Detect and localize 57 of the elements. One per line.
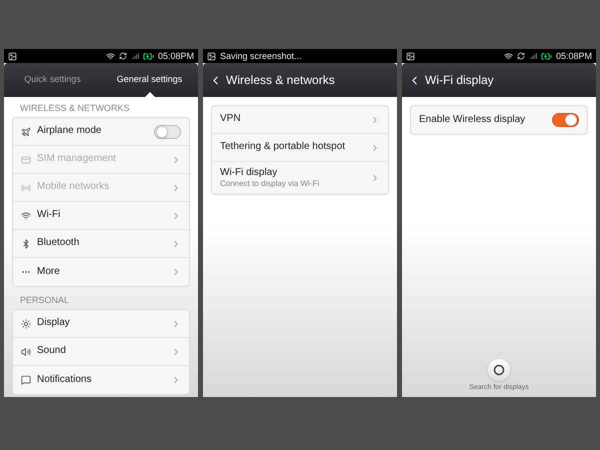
status-notice: Saving screenshot... (220, 52, 302, 60)
settings-row[interactable]: Enable Wireless display (411, 106, 587, 134)
image-icon (207, 52, 216, 60)
row-icon (21, 318, 31, 328)
signal-icon (528, 52, 537, 60)
row-label: Airplane mode (37, 125, 102, 138)
search-ring-icon (493, 364, 505, 376)
sync-icon (516, 52, 525, 60)
row-icon (21, 375, 31, 385)
status-time: 05:08PM (556, 52, 592, 60)
row-label: Notifications (37, 374, 92, 386)
settings-row[interactable]: More (13, 258, 189, 286)
row-icon (21, 346, 31, 356)
row-icon (21, 210, 31, 220)
row-label: Wi-Fi (37, 209, 62, 222)
row-label: Tethering & portable hotspot (220, 141, 346, 154)
row-icon (21, 154, 31, 164)
wifi-icon (106, 52, 115, 60)
status-time: 05:08PM (158, 52, 194, 60)
sync-icon (118, 52, 127, 60)
image-icon (8, 52, 17, 60)
row-label: VPN (220, 113, 242, 126)
settings-row[interactable]: Wi-Fi display Connect to display via Wi-Fi (212, 162, 388, 194)
row-label: Sound (37, 345, 67, 358)
screen-title: Wi-Fi display (425, 72, 494, 89)
settings-row[interactable]: Airplane mode (13, 118, 189, 146)
row-label: Wi-Fi display (220, 166, 278, 180)
settings-row[interactable]: Sound (13, 338, 189, 366)
row-label: Mobile networks (37, 181, 110, 194)
settings-row[interactable]: Tethering & portable hotspot (212, 134, 388, 162)
row-icon (21, 182, 31, 192)
header-tab[interactable]: Quick settings (4, 63, 101, 97)
row-icon (21, 238, 31, 248)
row-label: Enable Wireless display (419, 114, 526, 126)
row-label: Bluetooth (37, 237, 80, 250)
row-icon (21, 126, 31, 136)
image-icon (406, 52, 415, 60)
screen-title: Wireless & networks (226, 72, 335, 89)
section-heading: WIRELESS & NETWORKS (19, 102, 131, 115)
row-label: Display (37, 317, 71, 330)
settings-row[interactable]: VPN (212, 106, 388, 134)
wifi-icon (504, 52, 513, 60)
settings-row[interactable]: Bluetooth (13, 230, 189, 258)
search-button[interactable] (488, 358, 510, 380)
settings-row[interactable]: Notifications (13, 366, 189, 394)
battery-icon (540, 50, 552, 62)
row-subtitle: Connect to display via Wi-Fi (220, 179, 320, 190)
settings-row[interactable]: Display (13, 310, 189, 338)
toggle-switch[interactable] (552, 113, 579, 127)
toggle-switch[interactable] (154, 124, 181, 138)
signal-icon (130, 52, 139, 60)
battery-icon (142, 50, 154, 62)
row-label: More (37, 266, 61, 278)
row-label: SIM management (37, 153, 117, 166)
section-heading: PERSONAL (19, 294, 70, 307)
header-tab[interactable]: General settings (101, 63, 198, 97)
settings-row[interactable]: Wi-Fi (13, 202, 189, 230)
